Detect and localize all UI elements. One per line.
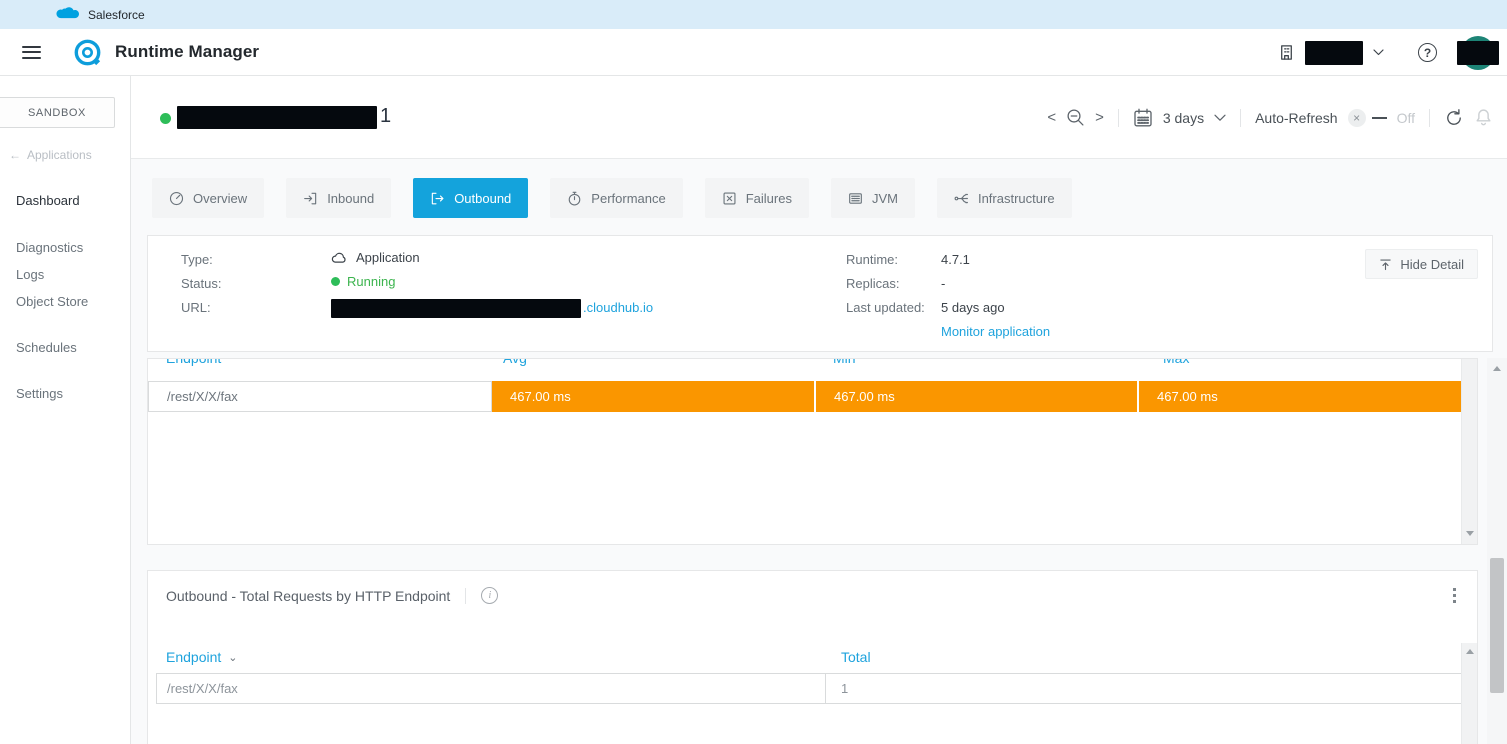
auto-refresh-state: Off <box>1397 110 1415 126</box>
tab-performance[interactable]: Performance <box>550 178 682 218</box>
table-row[interactable]: /rest/X/X/fax 467.00 ms 467.00 ms 467.00… <box>148 381 1463 412</box>
org-name-redacted[interactable] <box>1305 41 1363 65</box>
topbar-brand-label: Salesforce <box>88 8 145 22</box>
time-prev-button[interactable]: < <box>1047 109 1056 126</box>
runtime-label: Runtime: <box>846 252 898 267</box>
max-cell: 467.00 ms <box>1137 381 1463 412</box>
content-scrollbar[interactable] <box>1487 358 1507 744</box>
tab-inbound[interactable]: Inbound <box>286 178 391 218</box>
help-icon[interactable]: ? <box>1418 43 1437 62</box>
avatar-redacted <box>1457 41 1499 65</box>
sidebar-item-dashboard[interactable]: Dashboard <box>16 193 80 208</box>
refresh-icon[interactable] <box>1444 108 1464 128</box>
outbound-response-time-panel: Endpoint Avg Min Max /rest/X/X/fax 467.0… <box>147 358 1478 545</box>
tab-outbound[interactable]: Outbound <box>413 178 528 218</box>
auto-refresh-label: Auto-Refresh <box>1255 110 1337 126</box>
environment-selector-button[interactable]: SANDBOX <box>0 97 115 128</box>
app-name-redacted <box>177 106 377 129</box>
response-table-scrollbar[interactable] <box>1461 359 1477 544</box>
time-toolbar: < > 3 days Auto-Refresh × Off <box>1047 76 1493 159</box>
user-avatar[interactable] <box>1461 36 1495 70</box>
range-chevron-down-icon[interactable] <box>1214 114 1226 122</box>
requests-table-scrollbar[interactable] <box>1461 643 1477 744</box>
sidebar-item-object-store[interactable]: Object Store <box>16 294 88 309</box>
tab-failures[interactable]: Failures <box>705 178 809 218</box>
column-header-total[interactable]: Total <box>841 649 871 665</box>
avg-cell: 467.00 ms <box>492 381 814 412</box>
tab-infrastructure[interactable]: Infrastructure <box>937 178 1072 218</box>
sidebar-back-applications[interactable]: ← Applications <box>9 148 92 162</box>
column-header-endpoint[interactable]: Endpoint ⌄ <box>166 649 238 665</box>
calendar-icon[interactable] <box>1133 108 1153 128</box>
main-content: 1 < > 3 days Auto-Refresh × Of <box>131 76 1507 744</box>
url-redacted <box>331 299 581 318</box>
min-cell: 467.00 ms <box>814 381 1137 412</box>
sidebar-item-schedules[interactable]: Schedules <box>16 340 77 355</box>
scroll-up-arrow-icon[interactable] <box>1493 366 1501 371</box>
total-requests-panel: Outbound - Total Requests by HTTP Endpoi… <box>147 570 1478 744</box>
hide-detail-button[interactable]: Hide Detail <box>1365 249 1478 279</box>
type-value: Application <box>331 250 420 265</box>
back-arrow-icon: ← <box>9 148 21 162</box>
product-header: Runtime Manager ? <box>0 29 1507 76</box>
tab-overview[interactable]: Overview <box>152 178 264 218</box>
url-label: URL: <box>181 300 211 315</box>
table-row[interactable]: /rest/X/X/fax 1 <box>156 673 1463 704</box>
monitor-application-link[interactable]: Monitor application <box>941 324 1050 339</box>
salesforce-cloud-icon <box>56 7 79 23</box>
endpoint-cell[interactable]: /rest/X/X/fax <box>148 381 492 412</box>
application-cloud-icon <box>331 251 348 264</box>
zoom-out-icon[interactable] <box>1066 108 1085 127</box>
sidebar-item-logs[interactable]: Logs <box>16 267 44 282</box>
total-cell: 1 <box>841 681 848 696</box>
column-header-min[interactable]: Min <box>833 359 856 366</box>
application-title-bar: 1 < > 3 days Auto-Refresh × Of <box>131 76 1507 159</box>
column-header-avg[interactable]: Avg <box>503 359 527 366</box>
salesforce-topbar: Salesforce <box>0 0 1507 29</box>
time-range-value[interactable]: 3 days <box>1163 110 1204 126</box>
organization-icon <box>1278 44 1295 61</box>
type-label: Type: <box>181 252 213 267</box>
app-url-link[interactable]: .cloudhub.io <box>583 300 653 315</box>
last-updated-value: 5 days ago <box>941 300 1005 315</box>
tab-jvm[interactable]: JVM <box>831 178 915 218</box>
running-status-dot <box>331 277 340 286</box>
app-status-dot <box>160 113 171 124</box>
runtime-manager-screen: Salesforce Runtime Manager ? SAND <box>0 0 1507 744</box>
scrollbar-thumb[interactable] <box>1490 558 1504 693</box>
column-header-max[interactable]: Max <box>1163 359 1189 366</box>
status-value: Running <box>331 274 395 289</box>
time-next-button[interactable]: > <box>1095 109 1104 126</box>
endpoint-cell: /rest/X/X/fax <box>167 681 238 696</box>
auto-refresh-toggle[interactable]: × <box>1348 109 1366 127</box>
collapse-up-icon <box>1379 258 1392 271</box>
scroll-down-arrow-icon[interactable] <box>1466 531 1474 536</box>
org-chevron-down-icon[interactable] <box>1373 49 1384 56</box>
sidebar: SANDBOX ← Applications Dashboard Diagnos… <box>0 76 131 744</box>
hamburger-menu-icon[interactable] <box>22 46 41 59</box>
scroll-up-arrow-icon[interactable] <box>1466 649 1474 654</box>
last-updated-label: Last updated: <box>846 300 925 315</box>
product-title: Runtime Manager <box>115 42 259 62</box>
sort-chevron-icon: ⌄ <box>228 651 237 664</box>
app-name-suffix: 1 <box>380 105 391 128</box>
panel-title: Outbound - Total Requests by HTTP Endpoi… <box>166 588 450 604</box>
application-details-panel: Type: Application Status: Running URL: .… <box>147 235 1493 352</box>
panel-menu-kebab-icon[interactable] <box>1447 585 1461 605</box>
status-label: Status: <box>181 276 221 291</box>
sidebar-item-settings[interactable]: Settings <box>16 386 63 401</box>
replicas-value: - <box>941 276 945 291</box>
notifications-bell-icon[interactable] <box>1474 108 1493 127</box>
dashboard-tabs: Overview Inbound Outbound Performance Fa… <box>152 178 1072 218</box>
runtime-value: 4.7.1 <box>941 252 970 267</box>
runtime-manager-logo-icon <box>72 37 103 68</box>
sidebar-item-diagnostics[interactable]: Diagnostics <box>16 240 83 255</box>
column-header-endpoint[interactable]: Endpoint <box>166 359 221 366</box>
info-icon[interactable]: i <box>481 587 498 604</box>
response-table-header-row: Endpoint Avg Min Max <box>148 359 1461 371</box>
auto-refresh-toggle-track[interactable] <box>1372 117 1387 119</box>
replicas-label: Replicas: <box>846 276 899 291</box>
